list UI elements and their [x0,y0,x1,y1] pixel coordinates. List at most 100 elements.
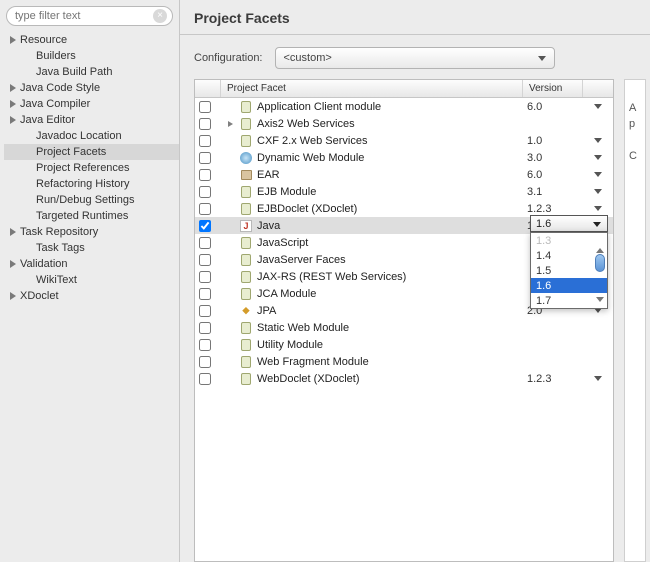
facet-label: JavaScript [257,237,308,249]
facet-label: JavaServer Faces [257,254,346,266]
facet-checkbox[interactable] [199,356,211,368]
version-dropdown[interactable]: 1.31.41.51.61.7 [530,232,608,309]
sidebar-item-java-editor[interactable]: Java Editor [4,112,179,128]
chevron-down-icon[interactable] [594,172,602,177]
details-panel: A p C [624,79,646,562]
facet-label: Axis2 Web Services [257,118,355,130]
chevron-down-icon[interactable] [594,189,602,194]
preferences-tree: Resource Builders Java Build PathJava Code… [0,32,179,304]
filter-input[interactable] [6,6,173,26]
right-line: p [629,118,641,134]
facet-checkbox[interactable] [199,152,211,164]
sidebar-item-project-references[interactable]: Project References [4,160,179,176]
disclosure-triangle-icon[interactable] [225,121,235,127]
chevron-down-icon[interactable] [594,104,602,109]
sidebar-item-refactoring-history[interactable]: Refactoring History [4,176,179,192]
sidebar-item-run-debug-settings[interactable]: Run/Debug Settings [4,192,179,208]
table-row[interactable]: EJB Module3.1 [195,183,613,200]
facet-label: JPA [257,305,276,317]
java-version-combo[interactable]: 1.6 [530,215,608,232]
file-icon [239,117,253,131]
sidebar-item-label: Run/Debug Settings [36,194,134,206]
facet-checkbox[interactable] [199,135,211,147]
disclosure-triangle-icon[interactable] [8,83,18,93]
facet-label: Java [257,220,280,232]
facet-checkbox[interactable] [199,305,211,317]
scroll-up-icon[interactable] [596,248,604,253]
sidebar-item-builders[interactable]: Builders [4,48,179,64]
disclosure-spacer [24,179,34,189]
table-header: Project Facet Version [195,80,613,98]
right-line: A [629,102,641,118]
facet-checkbox[interactable] [199,288,211,300]
file-icon [239,270,253,284]
facet-checkbox[interactable] [199,254,211,266]
sidebar-item-wikitext[interactable]: WikiText [4,272,179,288]
sidebar-item-java-code-style[interactable]: Java Code Style [4,80,179,96]
configuration-select[interactable]: <custom> [275,47,555,69]
header-version[interactable]: Version [523,80,583,97]
config-label: Configuration: [194,52,263,64]
chevron-down-icon[interactable] [594,376,602,381]
file-icon [239,372,253,386]
table-row[interactable]: Application Client module6.0 [195,98,613,115]
java-icon: J [239,219,253,233]
config-value: <custom> [284,52,332,64]
facet-checkbox[interactable] [199,118,211,130]
scroll-down-icon[interactable] [596,297,604,302]
facet-checkbox[interactable] [199,220,211,232]
facet-checkbox[interactable] [199,101,211,113]
file-icon [239,134,253,148]
chevron-down-icon[interactable] [594,206,602,211]
facet-label: Web Fragment Module [257,356,369,368]
sidebar: × ResourceBuildersJava Build PathJava Co… [0,0,180,562]
sidebar-item-validation[interactable]: Validation [4,256,179,272]
facet-checkbox[interactable] [199,186,211,198]
disclosure-triangle-icon[interactable] [8,291,18,301]
disclosure-triangle-icon[interactable] [8,259,18,269]
chevron-down-icon[interactable] [594,155,602,160]
table-row[interactable]: CXF 2.x Web Services1.0 [195,132,613,149]
disclosure-spacer [24,243,34,253]
scroll-thumb[interactable] [595,254,605,272]
sidebar-item-task-repository[interactable]: Task Repository [4,224,179,240]
sidebar-item-resource[interactable]: Resource [4,32,179,48]
dropdown-scrollbar[interactable] [595,247,605,306]
sidebar-item-java-build-path[interactable]: Java Build Path [4,64,179,80]
version-option[interactable]: 1.3 [531,233,607,248]
sidebar-item-targeted-runtimes[interactable]: Targeted Runtimes [4,208,179,224]
facet-checkbox[interactable] [199,339,211,351]
facet-checkbox[interactable] [199,203,211,215]
disclosure-triangle-icon[interactable] [8,35,18,45]
table-row[interactable]: Web Fragment Module [195,353,613,370]
facet-checkbox[interactable] [199,169,211,181]
table-row[interactable]: Utility Module [195,336,613,353]
facet-checkbox[interactable] [199,322,211,334]
clear-filter-icon[interactable]: × [153,9,167,23]
java-version-value: 1.6 [536,218,551,230]
table-row[interactable]: Axis2 Web Services [195,115,613,132]
table-row[interactable]: WebDoclet (XDoclet)1.2.3 [195,370,613,387]
disclosure-triangle-icon[interactable] [8,115,18,125]
chevron-down-icon[interactable] [594,138,602,143]
sidebar-item-java-compiler[interactable]: Java Compiler [4,96,179,112]
facet-checkbox[interactable] [199,271,211,283]
sidebar-item-label: XDoclet [20,290,59,302]
file-icon [239,185,253,199]
disclosure-spacer [24,147,34,157]
sidebar-item-xdoclet[interactable]: XDoclet [4,288,179,304]
sidebar-item-label: Builders [36,50,76,62]
sidebar-item-project-facets[interactable]: Project Facets [4,144,179,160]
facet-checkbox[interactable] [199,373,211,385]
table-row[interactable]: Static Web Module [195,319,613,336]
disclosure-triangle-icon[interactable] [8,99,18,109]
disclosure-spacer [24,195,34,205]
header-facet[interactable]: Project Facet [221,80,523,97]
sidebar-item-javadoc-location[interactable]: Javadoc Location [4,128,179,144]
facet-checkbox[interactable] [199,237,211,249]
table-row[interactable]: EAR6.0 [195,166,613,183]
archive-icon [239,168,253,182]
sidebar-item-task-tags[interactable]: Task Tags [4,240,179,256]
disclosure-triangle-icon[interactable] [8,227,18,237]
table-row[interactable]: Dynamic Web Module3.0 [195,149,613,166]
